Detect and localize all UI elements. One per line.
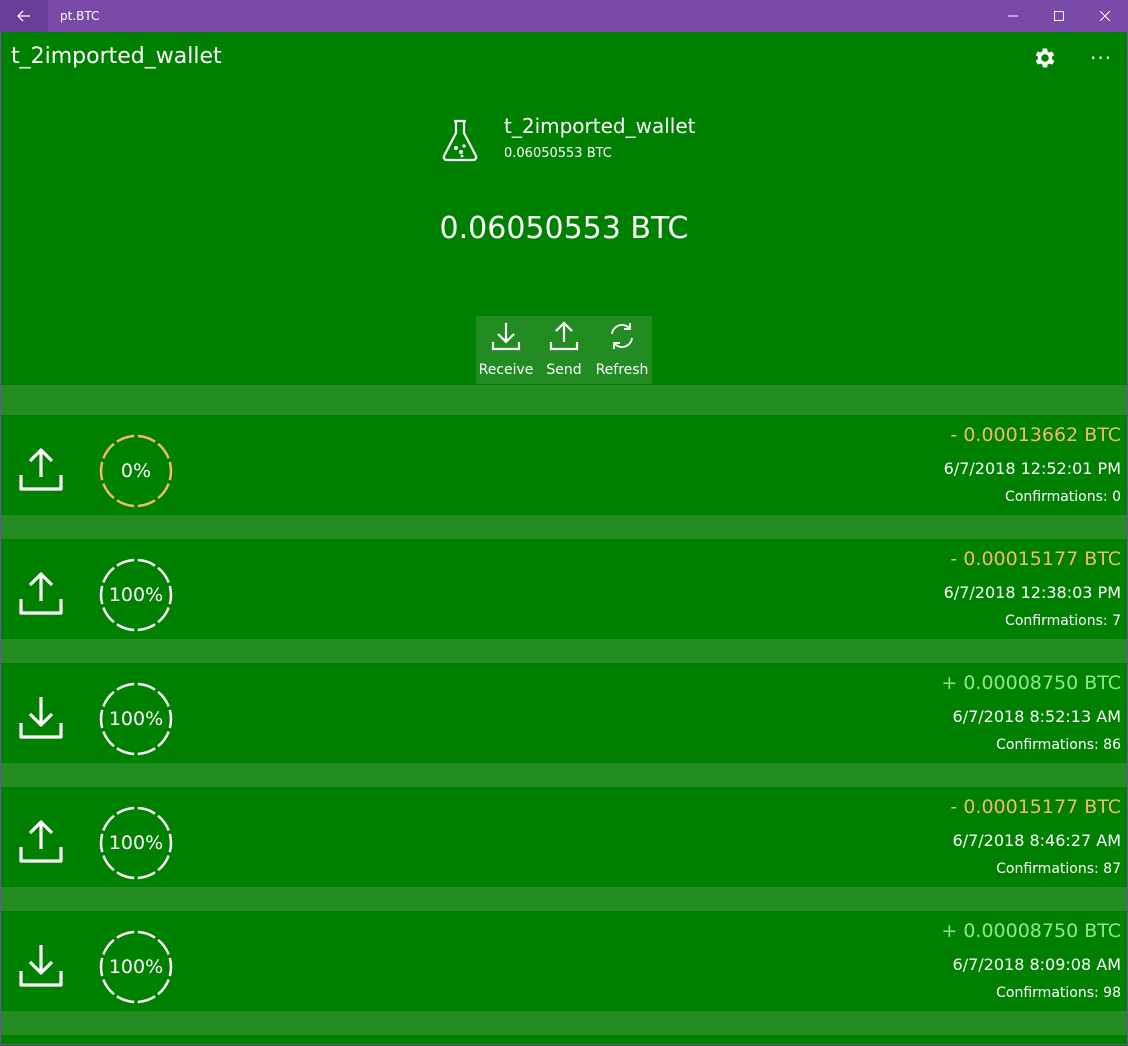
transaction-amount: - 0.00015177 BTC [950,796,1121,818]
transaction-amount: - 0.00015177 BTC [950,548,1121,570]
transaction-row[interactable]: 100% - 0.00015177 BTC 6/7/2018 8:46:27 A… [1,787,1127,887]
transaction-date: 6/7/2018 8:09:08 AM [952,955,1121,974]
window-titlebar: pt.BTC [0,0,1128,32]
transaction-date: 6/7/2018 8:46:27 AM [952,831,1121,850]
confirmation-percent: 100% [108,584,164,606]
transaction-confirmations: Confirmations: 87 [996,861,1121,877]
transaction-date: 6/7/2018 8:52:13 AM [952,707,1121,726]
wallet-header: t_2imported_wallet 0.06050553 BTC [440,114,695,162]
transaction-amount: + 0.00008750 BTC [941,672,1121,694]
wallet-balance: 0.06050553 BTC [439,211,689,246]
send-label: Send [546,362,582,378]
download-icon [19,697,63,739]
refresh-button[interactable]: Refresh [592,316,652,384]
transaction-row[interactable]: 100% + 0.00008750 BTC 6/7/2018 8:52:13 A… [1,663,1127,763]
more-options-icon[interactable]: ··· [1090,46,1112,70]
confirmation-percent: 100% [108,708,164,730]
separator [1,1011,1127,1035]
transaction-row[interactable]: 0% - 0.00013662 BTC 6/7/2018 12:52:01 PM… [1,415,1127,515]
confirmation-percent: 100% [108,832,164,854]
receive-button[interactable]: Receive [476,316,536,384]
wallet-balance-small: 0.06050553 BTC [504,146,612,161]
window-title: pt.BTC [60,9,100,23]
download-icon [19,945,63,987]
separator [1,515,1127,539]
upload-icon [549,321,579,351]
send-button[interactable]: Send [536,316,592,384]
upload-icon [19,820,63,863]
transaction-amount: + 0.00008750 BTC [941,920,1121,942]
flask-icon [442,119,478,162]
receive-label: Receive [478,362,534,378]
transaction-row[interactable]: 100% - 0.00015177 BTC 6/7/2018 12:38:03 … [1,539,1127,639]
refresh-label: Refresh [595,362,649,378]
transaction-row[interactable]: 100% + 0.00008750 BTC 6/7/2018 8:09:08 A… [1,911,1127,1011]
transaction-confirmations: Confirmations: 86 [996,737,1121,753]
refresh-icon [611,323,633,349]
gear-icon[interactable] [1032,45,1058,71]
list-header-strip [1,385,1127,415]
separator [1,639,1127,663]
minimize-icon [1008,15,1018,17]
separator [1,763,1127,787]
download-icon [491,323,521,351]
transaction-confirmations: Confirmations: 98 [996,985,1121,1001]
upload-icon [19,572,63,615]
maximize-icon [1054,11,1064,21]
transaction-confirmations: Confirmations: 7 [1005,613,1121,629]
transaction-date: 6/7/2018 12:52:01 PM [943,459,1121,478]
minimize-button[interactable] [990,0,1036,32]
action-bar: Receive Send Refresh [476,316,652,384]
confirmation-percent: 100% [108,956,164,978]
window-controls [990,0,1128,32]
transaction-confirmations: Confirmations: 0 [1005,489,1121,505]
wallet-name: t_2imported_wallet [504,114,696,138]
back-arrow-icon [17,10,30,22]
separator [1,887,1127,911]
close-icon [1100,11,1110,21]
page-title: t_2imported_wallet [11,44,222,69]
upload-icon [19,448,63,491]
maximize-button[interactable] [1036,0,1082,32]
transaction-amount: - 0.00013662 BTC [950,424,1121,446]
close-button[interactable] [1082,0,1128,32]
confirmation-percent: 0% [120,460,152,482]
back-button[interactable] [0,0,48,32]
transaction-date: 6/7/2018 12:38:03 PM [943,583,1121,602]
